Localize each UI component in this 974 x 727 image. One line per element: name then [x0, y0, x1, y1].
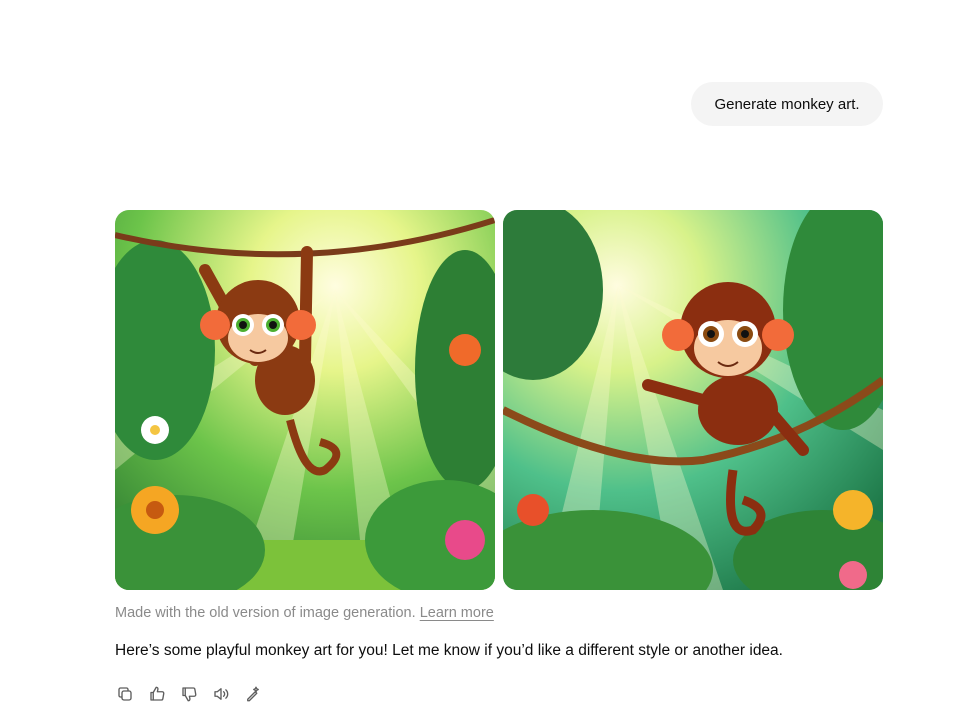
message-actions — [113, 682, 265, 706]
read-aloud-button[interactable] — [209, 682, 233, 706]
user-message-text: Generate monkey art. — [714, 95, 860, 113]
edit-image-button[interactable] — [241, 682, 265, 706]
image-generation-notice: Made with the old version of image gener… — [115, 605, 494, 621]
bad-response-button[interactable] — [177, 682, 201, 706]
user-message-bubble: Generate monkey art. — [691, 82, 883, 126]
thumbs-down-icon — [182, 687, 197, 702]
learn-more-link[interactable]: Learn more — [420, 605, 494, 621]
generated-image-1[interactable] — [115, 210, 495, 590]
assistant-reply: Here’s some playful monkey art for you! … — [115, 642, 783, 659]
notice-text: Made with the old version of image gener… — [115, 605, 416, 621]
copy-icon — [118, 687, 132, 701]
generated-image-2[interactable] — [503, 210, 883, 590]
good-response-button[interactable] — [145, 682, 169, 706]
edit-image-icon — [247, 686, 259, 702]
thumbs-up-icon — [150, 686, 165, 701]
read-aloud-icon — [214, 688, 229, 700]
copy-button[interactable] — [113, 682, 137, 706]
